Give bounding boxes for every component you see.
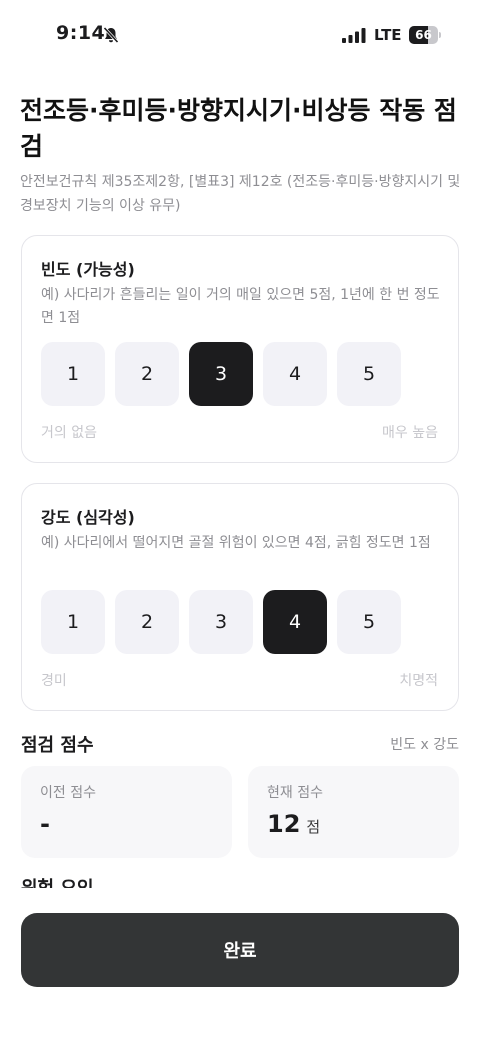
bell-slash-icon (103, 26, 119, 44)
score-title: 점검 점수 (21, 735, 94, 756)
severity-option-5[interactable]: 5 (337, 590, 401, 654)
severity-option-4[interactable]: 4 (263, 590, 327, 654)
severity-description: 예) 사다리에서 떨어지면 골절 위험이 있으면 4점, 긁힘 정도면 1점 (41, 535, 431, 551)
frequency-option-4[interactable]: 4 (263, 342, 327, 406)
frequency-max-label: 매우 높음 (382, 425, 438, 441)
frequency-option-2[interactable]: 2 (115, 342, 179, 406)
frequency-option-1[interactable]: 1 (41, 342, 105, 406)
current-score-value: 12 점 (267, 810, 320, 838)
severity-option-3[interactable]: 3 (189, 590, 253, 654)
severity-min-label: 경미 (41, 673, 67, 689)
battery-level: 66 (415, 28, 432, 42)
frequency-description: 예) 사다리가 흔들리는 일이 거의 매일 있으면 5점, 1년에 한 번 정도… (41, 287, 440, 326)
network-type: LTE (374, 26, 402, 44)
current-score-box: 현재 점수 12 점 (248, 766, 459, 858)
severity-card: 강도 (심각성) 예) 사다리에서 떨어지면 골절 위험이 있으면 4점, 긁힘… (21, 483, 459, 711)
frequency-title: 빈도 (가능성) (41, 260, 135, 279)
previous-score-box: 이전 점수 - (21, 766, 232, 858)
cellular-signal-icon (342, 28, 366, 43)
severity-option-1[interactable]: 1 (41, 590, 105, 654)
previous-score-label: 이전 점수 (40, 785, 96, 801)
frequency-options: 1 2 3 4 5 (41, 342, 401, 406)
frequency-min-label: 거의 없음 (41, 425, 97, 441)
previous-score-value: - (40, 810, 50, 838)
current-score-number: 12 (267, 810, 301, 838)
battery-icon: 66 (409, 26, 441, 44)
score-formula: 빈도 x 강도 (390, 737, 459, 753)
page-subtitle: 안전보건규칙 제35조제2항, [별표3] 제12호 (전조등·후미등·방향지시… (20, 174, 461, 214)
done-button[interactable]: 완료 (21, 913, 459, 987)
severity-option-2[interactable]: 2 (115, 590, 179, 654)
severity-max-label: 치명적 (399, 673, 438, 689)
frequency-card: 빈도 (가능성) 예) 사다리가 흔들리는 일이 거의 매일 있으면 5점, 1… (21, 235, 459, 463)
status-bar: 9:14 LTE 66 (0, 0, 480, 72)
frequency-option-3[interactable]: 3 (189, 342, 253, 406)
severity-options: 1 2 3 4 5 (41, 590, 401, 654)
page-title: 전조등·후미등·방향지시기·비상등 작동 점검 (20, 96, 457, 161)
frequency-option-5[interactable]: 5 (337, 342, 401, 406)
status-time: 9:14 (56, 22, 106, 44)
severity-title: 강도 (심각성) (41, 508, 135, 527)
current-score-unit: 점 (306, 818, 321, 836)
current-score-label: 현재 점수 (267, 785, 323, 801)
